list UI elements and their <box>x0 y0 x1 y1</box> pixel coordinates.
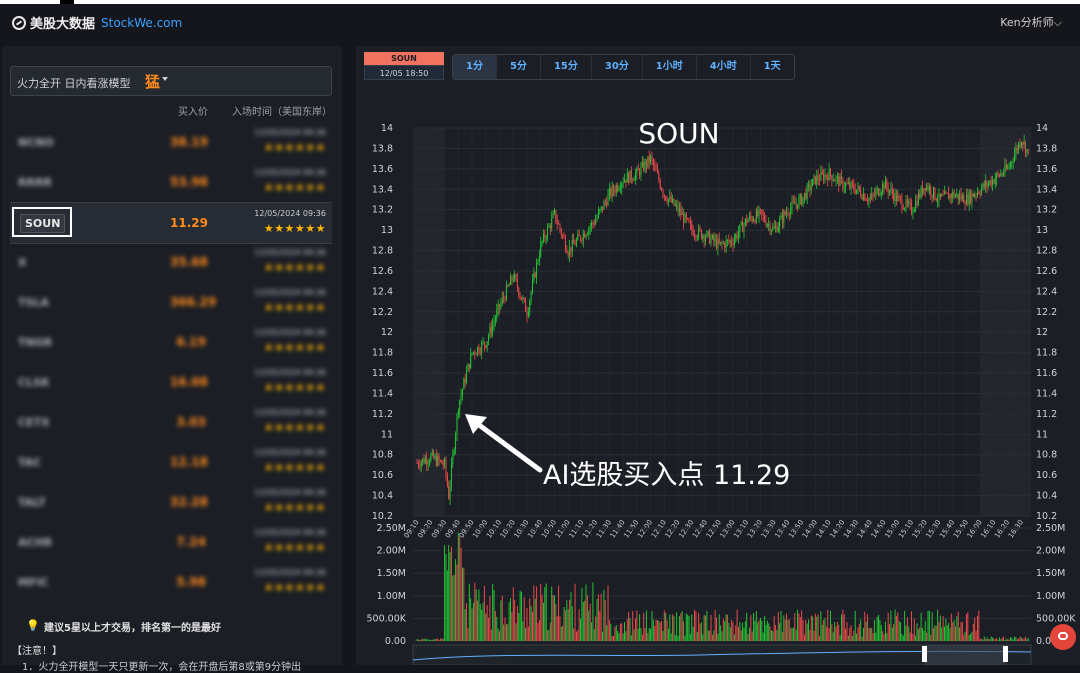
trading-tip: 建议5星以上才交易，排名第一的是最好 <box>44 623 221 634</box>
row-time: 12/05/2024 09:36 <box>254 568 326 577</box>
row-stars: ★★★★★★ <box>263 341 326 354</box>
chat-icon[interactable] <box>1050 624 1076 650</box>
row-symbol: TNGR <box>18 336 53 349</box>
row-price: 5.98 <box>176 575 206 589</box>
signal-row[interactable]: ACHR 7.24 12/05/2024 09:36 ★★★★★★ <box>10 522 332 562</box>
row-time: 12/05/2024 09:36 <box>254 408 326 417</box>
row-stars: ★★★★★★ <box>263 301 326 314</box>
chevron-down-icon <box>162 77 168 81</box>
chart-symbol-chip: SOUN 12/05 18:50 <box>364 52 444 80</box>
row-time: 12/05/2024 09:36 <box>254 128 326 137</box>
row-price: 7.24 <box>176 535 206 549</box>
row-price: 16.08 <box>170 375 208 389</box>
row-price: 11.29 <box>170 216 208 230</box>
interval-tabs: 1分 5分 15分 30分 1小时 4小时 1天 <box>452 54 795 80</box>
lightbulb-icon: 💡 <box>26 619 40 632</box>
row-stars: ★★★★★★ <box>263 541 326 554</box>
row-symbol: X <box>18 256 27 269</box>
column-header-price: 买入价 <box>178 107 208 118</box>
signal-row[interactable]: MFIC 5.98 12/05/2024 09:36 ★★★★★★ <box>10 562 332 602</box>
row-symbol: CETX <box>18 416 50 429</box>
model-intensity-tag: 猛 <box>145 73 161 91</box>
row-time: 12/05/2024 09:36 <box>254 209 326 218</box>
site-header: 美股大数据 StockWe.com Ken分析师⌵ <box>0 4 1080 40</box>
model-select[interactable]: 火力全开 日内看涨模型 猛 <box>10 66 332 96</box>
row-stars: ★★★★★★ <box>263 501 326 514</box>
brand-domain: StockWe.com <box>101 15 183 30</box>
signal-row[interactable]: CETX 3.03 12/05/2024 09:36 ★★★★★★ <box>10 402 332 442</box>
chart-symbol: SOUN <box>364 52 444 65</box>
row-time: 12/05/2024 09:36 <box>254 288 326 297</box>
row-price: 35.68 <box>170 255 208 269</box>
signal-row[interactable]: TAC 12.18 12/05/2024 09:36 ★★★★★★ <box>10 442 332 482</box>
signal-row[interactable]: TNGR 6.19 12/05/2024 09:36 ★★★★★★ <box>10 322 332 362</box>
row-stars: ★★★★★★ <box>263 222 326 235</box>
row-symbol: CLSK <box>18 376 50 389</box>
row-symbol: TAC <box>18 456 42 469</box>
row-price: 366.29 <box>170 295 217 309</box>
interval-tab[interactable]: 30分 <box>592 55 643 79</box>
signal-row[interactable]: X 35.68 12/05/2024 09:36 ★★★★★★ <box>10 242 332 282</box>
row-price: 38.19 <box>170 135 208 149</box>
user-menu[interactable]: Ken分析师⌵ <box>1000 14 1062 30</box>
note-line: 1．火力全开模型一天只更新一次，会在开盘后第8或第9分钟出 <box>22 662 302 673</box>
row-stars: ★★★★★★ <box>263 581 326 594</box>
interval-tab[interactable]: 15分 <box>541 55 592 79</box>
signal-row[interactable]: SOUN 11.29 12/05/2024 09:36 ★★★★★★ <box>10 202 332 244</box>
signal-row[interactable]: TSLA 366.29 12/05/2024 09:36 ★★★★★★ <box>10 282 332 322</box>
row-stars: ★★★★★★ <box>263 421 326 434</box>
signal-row[interactable]: CLSK 16.08 12/05/2024 09:36 ★★★★★★ <box>10 362 332 402</box>
row-stars: ★★★★★★ <box>263 261 326 274</box>
row-stars: ★★★★★★ <box>263 181 326 194</box>
row-time: 12/05/2024 09:36 <box>254 488 326 497</box>
interval-tab[interactable]: 5分 <box>497 55 541 79</box>
logo-icon <box>12 15 26 30</box>
model-select-label: 火力全开 日内看涨模型 <box>17 77 131 90</box>
signal-row[interactable]: TALT 32.28 12/05/2024 09:36 ★★★★★★ <box>10 482 332 522</box>
selected-symbol-box: SOUN <box>12 207 72 237</box>
row-symbol: RRRR <box>18 176 52 189</box>
interval-tab[interactable]: 4小时 <box>697 55 751 79</box>
note-title: 【注意！】 <box>12 646 62 657</box>
signal-list-panel: 火力全开 日内看涨模型 猛 买入价 入场时间（美国东岸） NCNO 38.19 12… <box>2 46 342 673</box>
signal-row[interactable]: RRRR 53.98 12/05/2024 09:36 ★★★★★★ <box>10 162 332 202</box>
interval-tab[interactable]: 1天 <box>751 55 794 79</box>
chart-panel: SOUN 12/05 18:50 1分 5分 15分 30分 1小时 4小时 1天 <box>356 46 1080 665</box>
row-symbol: MFIC <box>18 576 49 589</box>
row-price: 12.18 <box>170 455 208 469</box>
row-price: 32.28 <box>170 495 208 509</box>
row-symbol: TALT <box>18 496 46 509</box>
signal-row[interactable]: NCNO 38.19 12/05/2024 09:36 ★★★★★★ <box>10 122 332 162</box>
row-symbol: ACHR <box>18 536 53 549</box>
row-stars: ★★★★★★ <box>263 141 326 154</box>
row-time: 12/05/2024 09:36 <box>254 368 326 377</box>
row-symbol: TSLA <box>18 296 49 309</box>
row-stars: ★★★★★★ <box>263 461 326 474</box>
row-time: 12/05/2024 09:36 <box>254 248 326 257</box>
row-symbol: SOUN <box>20 214 66 233</box>
row-price: 53.98 <box>170 175 208 189</box>
row-time: 12/05/2024 09:36 <box>254 448 326 457</box>
row-time: 12/05/2024 09:36 <box>254 168 326 177</box>
row-time: 12/05/2024 09:36 <box>254 528 326 537</box>
brand-name: 美股大数据 <box>30 17 96 32</box>
chart-date: 12/05 18:50 <box>364 65 444 80</box>
interval-tab[interactable]: 1小时 <box>643 55 697 79</box>
row-price: 3.03 <box>176 415 206 429</box>
row-stars: ★★★★★★ <box>263 381 326 394</box>
brand-logo[interactable]: 美股大数据 StockWe.com <box>12 13 182 32</box>
row-price: 6.19 <box>176 335 206 349</box>
column-header-time: 入场时间（美国东岸） <box>232 107 332 118</box>
row-time: 12/05/2024 09:36 <box>254 328 326 337</box>
interval-tab[interactable]: 1分 <box>453 55 497 79</box>
row-symbol: NCNO <box>18 136 54 149</box>
